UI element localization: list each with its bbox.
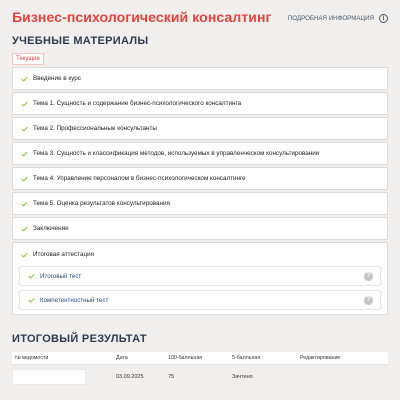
- result-table: № ведомости Дата 100-балльная 5-балльная…: [12, 352, 388, 389]
- tab-current[interactable]: Текущие: [12, 53, 44, 65]
- table-row: 03.09.2025 75 Зачтено: [12, 365, 388, 389]
- table-header: № ведомости Дата 100-балльная 5-балльная…: [12, 352, 388, 365]
- column-header-score100: 100-балльная: [168, 355, 203, 361]
- check-icon: [21, 76, 28, 82]
- material-item-topic-2[interactable]: Тема 2. Профессиональные консультанты: [12, 117, 388, 140]
- check-icon: [28, 297, 35, 303]
- material-label: Заключение: [33, 225, 69, 232]
- date-cell: 03.09.2025: [116, 374, 144, 380]
- material-label: Введение в курс: [33, 75, 81, 82]
- check-icon: [21, 176, 28, 182]
- column-header-score5: 5-балльная: [232, 355, 261, 361]
- attestation-label: Итоговая аттестация: [33, 251, 94, 258]
- materials-list: Введение в курс Тема 1. Сущность и содер…: [12, 67, 388, 317]
- materials-title: УЧЕБНЫЕ МАТЕРИАЛЫ: [12, 35, 149, 47]
- check-icon: [21, 252, 28, 258]
- course-page: Бизнес-психологический консалтинг ПОДРОБ…: [12, 0, 388, 400]
- attestation-group: Итоговая аттестация Итоговый тест ? Комп…: [12, 242, 388, 315]
- check-icon: [21, 201, 28, 207]
- final-test-item[interactable]: Итоговый тест ?: [19, 266, 381, 286]
- score100-cell: 75: [168, 374, 175, 380]
- course-title: Бизнес-психологический консалтинг: [12, 9, 272, 25]
- material-item-topic-4[interactable]: Тема 4. Управление персоналом в бизнес-п…: [12, 167, 388, 190]
- material-item-conclusion[interactable]: Заключение: [12, 217, 388, 240]
- info-icon[interactable]: i: [379, 14, 388, 23]
- details-link-label: ПОДРОБНАЯ ИНФОРМАЦИЯ: [287, 15, 374, 22]
- column-header-date: Дата: [116, 355, 128, 361]
- check-icon: [21, 101, 28, 107]
- result-title: ИТОГОВЫЙ РЕЗУЛЬТАТ: [12, 333, 147, 345]
- material-item-topic-1[interactable]: Тема 1. Сущность и содержание бизнес-пси…: [12, 92, 388, 115]
- check-icon: [21, 226, 28, 232]
- final-test-label: Итоговый тест: [40, 272, 82, 280]
- check-icon: [21, 151, 28, 157]
- material-item-topic-5[interactable]: Тема 5. Оценка результатов консультирова…: [12, 192, 388, 215]
- material-label: Тема 1. Сущность и содержание бизнес-пси…: [33, 100, 242, 107]
- statement-number-cell: [12, 369, 86, 385]
- material-label: Тема 4. Управление персоналом в бизнес-п…: [33, 175, 246, 182]
- material-label: Тема 5. Оценка результатов консультирова…: [33, 200, 170, 207]
- details-link[interactable]: ПОДРОБНАЯ ИНФОРМАЦИЯ i: [288, 14, 388, 23]
- material-item-intro[interactable]: Введение в курс: [12, 67, 388, 90]
- column-header-edit: Редактирование: [300, 355, 341, 361]
- attestation-header[interactable]: Итоговая аттестация: [13, 243, 387, 266]
- competency-test-label: Компетентностный тест: [40, 296, 109, 304]
- score5-cell: Зачтено: [232, 374, 253, 380]
- material-label: Тема 2. Профессиональные консультанты: [33, 125, 157, 132]
- competency-test-item[interactable]: Компетентностный тест ?: [19, 290, 381, 310]
- material-item-topic-3[interactable]: Тема 3. Сущность и классификация методов…: [12, 142, 388, 165]
- check-icon: [28, 273, 35, 279]
- material-label: Тема 3. Сущность и классификация методов…: [33, 150, 320, 157]
- course-header: Бизнес-психологический консалтинг ПОДРОБ…: [12, 9, 388, 29]
- help-icon[interactable]: ?: [364, 296, 373, 305]
- column-header-statement: № ведомости: [15, 355, 49, 361]
- check-icon: [21, 126, 28, 132]
- help-icon[interactable]: ?: [364, 272, 373, 281]
